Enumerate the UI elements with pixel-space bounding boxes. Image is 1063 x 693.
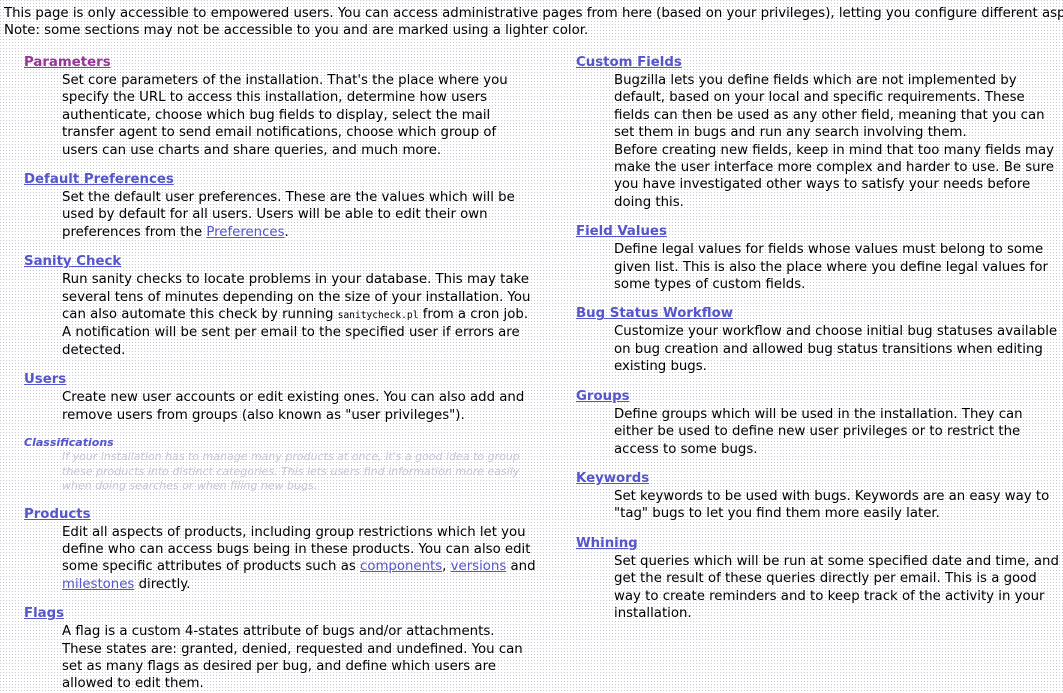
admin-section-heading-parameters: Parameters xyxy=(0,53,540,72)
left-column: Parameters Set core parameters of the ins… xyxy=(0,53,540,693)
description-paragraph: Set the default user preferences. These … xyxy=(62,189,536,241)
admin-section-description-groups: Define groups which will be used in the … xyxy=(552,406,1063,458)
admin-section-heading-flags: Flags xyxy=(0,604,540,623)
intro-line-1: This page is only accessible to empowere… xyxy=(4,6,1063,21)
admin-section-link-keywords[interactable]: Keywords xyxy=(576,471,649,486)
admin-section-heading-custom-fields: Custom Fields xyxy=(552,53,1063,72)
admin-section-link-products[interactable]: Products xyxy=(24,507,91,522)
admin-section-link-bug-status-workflow[interactable]: Bug Status Workflow xyxy=(576,306,733,321)
right-column: Custom Fields Bugzilla lets you define fi… xyxy=(540,53,1063,622)
description-paragraph: Create new user accounts or edit existin… xyxy=(62,390,525,423)
admin-section-description-keywords: Set keywords to be used with bugs. Keywo… xyxy=(552,488,1063,523)
admin-section-list-right: Custom Fields Bugzilla lets you define fi… xyxy=(552,53,1063,622)
admin-section-heading-keywords: Keywords xyxy=(552,469,1063,488)
admin-section-link-sanity-check[interactable]: Sanity Check xyxy=(24,254,121,269)
description-paragraph: Set keywords to be used with bugs. Keywo… xyxy=(614,488,1050,522)
admin-section-link-groups[interactable]: Groups xyxy=(576,389,630,404)
inline-link-versions[interactable]: versions xyxy=(451,559,507,574)
description-paragraph: Edit all aspects of products, including … xyxy=(62,524,536,594)
admin-section-description-default-preferences: Set the default user preferences. These … xyxy=(0,189,540,241)
admin-section-heading-whining: Whining xyxy=(552,534,1063,553)
admin-section-description-whining: Set queries which will be run at some sp… xyxy=(552,553,1063,623)
inline-link-milestones[interactable]: milestones xyxy=(62,577,134,592)
description-paragraph: Define groups which will be used in the … xyxy=(614,406,1023,457)
admin-section-description-custom-fields: Bugzilla lets you define fields which ar… xyxy=(552,72,1063,211)
admin-section-link-classifications: Classifications xyxy=(24,436,114,450)
description-text: . xyxy=(284,224,289,240)
admin-section-heading-bug-status-workflow: Bug Status Workflow xyxy=(552,304,1063,323)
description-paragraph: A flag is a custom 4-states attribute of… xyxy=(62,624,523,692)
description-paragraph: If your installation has to manage many … xyxy=(62,450,520,493)
intro-line-2: Note: some sections may not be accessibl… xyxy=(4,23,589,38)
description-text: directly. xyxy=(134,576,191,592)
description-paragraph: Define legal values for fields whose val… xyxy=(614,242,1048,293)
inline-code-sanitycheck-pl: sanitycheck.pl xyxy=(337,310,419,322)
description-paragraph: Set queries which will be run at some sp… xyxy=(614,553,1059,621)
admin-section-link-whining[interactable]: Whining xyxy=(576,536,638,551)
inline-link-components[interactable]: components xyxy=(360,559,442,574)
admin-section-link-flags[interactable]: Flags xyxy=(24,606,64,621)
admin-section-description-sanity-check: Run sanity checks to locate problems in … xyxy=(0,271,540,359)
admin-section-description-users: Create new user accounts or edit existin… xyxy=(0,389,540,424)
admin-section-description-classifications: If your installation has to manage many … xyxy=(0,450,540,494)
inline-link-preferences[interactable]: Preferences xyxy=(206,225,284,240)
admin-section-link-parameters[interactable]: Parameters xyxy=(24,55,111,70)
admin-section-heading-field-values: Field Values xyxy=(552,222,1063,241)
description-text: and xyxy=(506,559,536,575)
description-paragraph: Run sanity checks to locate problems in … xyxy=(62,271,536,359)
admin-section-heading-sanity-check: Sanity Check xyxy=(0,252,540,271)
admin-section-description-bug-status-workflow: Customize your workflow and choose initi… xyxy=(552,323,1063,375)
description-text: , xyxy=(442,559,451,575)
admin-section-link-default-preferences[interactable]: Default Preferences xyxy=(24,172,174,187)
admin-section-description-field-values: Define legal values for fields whose val… xyxy=(552,241,1063,293)
admin-section-heading-products: Products xyxy=(0,505,540,524)
intro-notice: This page is only accessible to empowere… xyxy=(0,0,1063,39)
admin-section-description-parameters: Set core parameters of the installation.… xyxy=(0,72,540,159)
description-paragraph: Bugzilla lets you define fields which ar… xyxy=(614,73,1045,141)
admin-sections-columns: Parameters Set core parameters of the ins… xyxy=(0,53,1063,693)
admin-section-link-custom-fields[interactable]: Custom Fields xyxy=(576,55,682,70)
admin-section-heading-classifications: Classifications xyxy=(0,435,540,450)
admin-section-heading-groups: Groups xyxy=(552,387,1063,406)
admin-section-link-field-values[interactable]: Field Values xyxy=(576,224,667,239)
admin-section-description-flags: A flag is a custom 4-states attribute of… xyxy=(0,623,540,693)
description-paragraph: Before creating new fields, keep in mind… xyxy=(614,142,1055,210)
description-paragraph: Customize your workflow and choose initi… xyxy=(614,324,1058,375)
admin-section-heading-users: Users xyxy=(0,370,540,389)
admin-section-description-products: Edit all aspects of products, including … xyxy=(0,524,540,594)
description-paragraph: Set core parameters of the installation.… xyxy=(62,73,508,158)
admin-section-link-users[interactable]: Users xyxy=(24,372,66,387)
admin-section-heading-default-preferences: Default Preferences xyxy=(0,170,540,189)
admin-section-list-left: Parameters Set core parameters of the ins… xyxy=(0,53,540,693)
